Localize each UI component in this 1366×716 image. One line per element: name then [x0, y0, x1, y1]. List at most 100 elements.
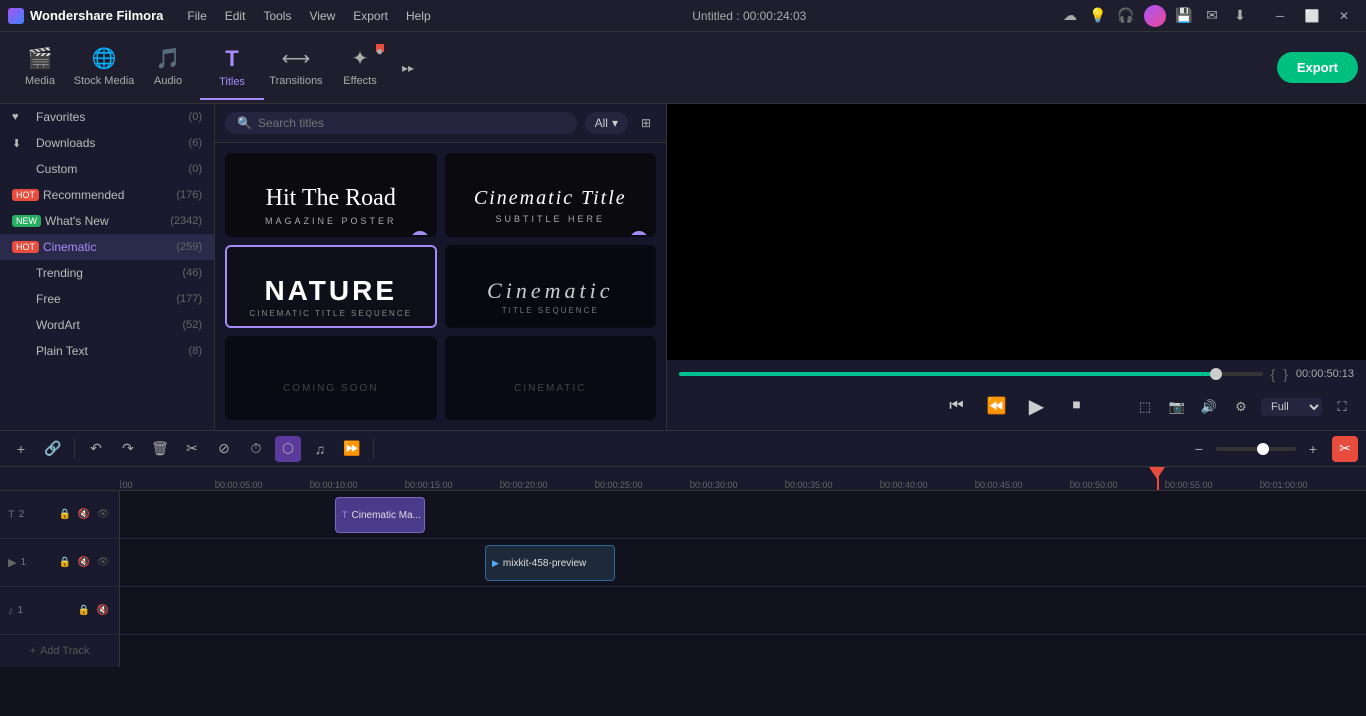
fullscreen-button[interactable]: ⛶: [1330, 395, 1354, 419]
track-content-a1: [120, 587, 1366, 634]
title-clip-1[interactable]: T Cinematic Ma...: [335, 497, 425, 533]
title-card-img-5: COMING SOON: [227, 338, 435, 420]
title-card-img-4: Cinematic TITLE SEQUENCE: [447, 247, 655, 329]
add-media-button[interactable]: +: [8, 436, 34, 462]
sidebar-item-free[interactable]: Free (177): [0, 286, 214, 312]
sidebar-recommended-label: Recommended: [43, 188, 172, 202]
user-avatar[interactable]: [1144, 5, 1166, 27]
playhead[interactable]: ✂: [1157, 467, 1159, 491]
toolbar-effects[interactable]: ✦ Effects ●: [328, 36, 392, 100]
title-card-3[interactable]: NATURE CINEMATIC TITLE SEQUENCE Cinemati…: [225, 245, 437, 329]
title-card-1[interactable]: Hit The Road MAGAZINE POSTER ⬇ Cinematic…: [225, 153, 437, 237]
step-backward-button[interactable]: ⏮: [943, 392, 971, 420]
title-card-5[interactable]: COMING SOON Cinematic Magazine Post...: [225, 336, 437, 420]
mail-icon[interactable]: ✉: [1202, 6, 1222, 26]
track-mute-v2[interactable]: 🔇: [76, 507, 92, 523]
settings-button[interactable]: ⚙: [1229, 395, 1253, 419]
menu-edit[interactable]: Edit: [217, 5, 254, 27]
toolbar-separator-1: [74, 439, 75, 459]
speed-button[interactable]: ⏩: [339, 436, 365, 462]
zoom-slider[interactable]: [1216, 447, 1296, 451]
maximize-button[interactable]: ⬜: [1298, 6, 1326, 26]
playback-controls: ⏮ ⏪ ▶ ⏹ ⬚ 📷 🔊 ⚙ Full 50% 75% 100% ⛶: [679, 388, 1354, 424]
split-button[interactable]: ⬡: [275, 436, 301, 462]
link-button[interactable]: 🔗: [40, 436, 66, 462]
stop-button[interactable]: ⏹: [1063, 392, 1091, 420]
search-icon: 🔍: [237, 116, 252, 130]
menu-view[interactable]: View: [301, 5, 343, 27]
undo-button[interactable]: ↶: [83, 436, 109, 462]
sidebar-item-cinematic[interactable]: HOT Cinematic (259): [0, 234, 214, 260]
progress-track[interactable]: [679, 372, 1263, 376]
sidebar-item-wordart[interactable]: WordArt (52): [0, 312, 214, 338]
sidebar-item-whats-new[interactable]: NEW What's New (2342): [0, 208, 214, 234]
toolbar-media[interactable]: 🎬 Media: [8, 36, 72, 100]
grid-view-button[interactable]: ⊞: [636, 113, 656, 133]
track-type-icon-v2: T: [8, 509, 15, 521]
duration-button[interactable]: ⏱: [243, 436, 269, 462]
play-button[interactable]: ▶: [1023, 392, 1051, 420]
sidebar-item-trending[interactable]: Trending (46): [0, 260, 214, 286]
search-input-wrap: 🔍: [225, 112, 577, 134]
search-input[interactable]: [258, 116, 565, 130]
audio-detach-button[interactable]: ♫: [307, 436, 333, 462]
redo-button[interactable]: ↷: [115, 436, 141, 462]
volume-button[interactable]: 🔊: [1197, 395, 1221, 419]
sidebar-item-recommended[interactable]: HOT Recommended (176): [0, 182, 214, 208]
track-lock-v2[interactable]: 🔒: [57, 507, 73, 523]
track-hide-v2[interactable]: 👁: [95, 507, 111, 523]
disable-button[interactable]: ⊘: [211, 436, 237, 462]
time-ruler: :00 00:00:05:00 00:00:10:00 00:00:15:00 …: [0, 467, 1366, 491]
title-card-2[interactable]: Cinematic Title SUBTITLE HERE ⬇ Cinemati…: [445, 153, 657, 237]
track-mute-v1[interactable]: 🔇: [76, 555, 92, 571]
delete-button[interactable]: 🗑: [147, 436, 173, 462]
sidebar-collapse-button[interactable]: ‹: [214, 247, 215, 287]
fit-to-screen-button[interactable]: ⬚: [1133, 395, 1157, 419]
sidebar-plaintext-label: Plain Text: [36, 344, 185, 358]
export-button[interactable]: Export: [1277, 52, 1358, 83]
preview-panel: { } 00:00:50:13 ⏮ ⏪ ▶ ⏹ ⬚ 📷 🔊 ⚙ Full 50%: [666, 104, 1366, 430]
track-video-v1: ▶ 1 🔒 🔇 👁 ▶ mixkit-458-preview: [0, 539, 1366, 587]
download-icon[interactable]: ⬇: [1230, 6, 1250, 26]
frame-back-button[interactable]: ⏪: [983, 392, 1011, 420]
minimize-button[interactable]: ─: [1266, 6, 1294, 26]
sidebar-downloads-label: Downloads: [36, 136, 185, 150]
sidebar-item-downloads[interactable]: ⬇ Downloads (6): [0, 130, 214, 156]
save-icon[interactable]: 💾: [1174, 6, 1194, 26]
zoom-out-button[interactable]: −: [1186, 436, 1212, 462]
brightness-icon[interactable]: 💡: [1088, 6, 1108, 26]
sidebar-recommended-count: (176): [176, 189, 202, 201]
zoom-in-button[interactable]: +: [1300, 436, 1326, 462]
cloud-icon[interactable]: ☁: [1060, 6, 1080, 26]
menu-tools[interactable]: Tools: [255, 5, 299, 27]
cut-button[interactable]: ✂: [179, 436, 205, 462]
close-button[interactable]: ✕: [1330, 6, 1358, 26]
toolbar-titles[interactable]: T Titles: [200, 36, 264, 100]
toolbar-more-button[interactable]: ▸▸: [396, 56, 420, 80]
title-card-4[interactable]: Cinematic TITLE SEQUENCE Cinematic Magaz…: [445, 245, 657, 329]
headset-icon[interactable]: 🎧: [1116, 6, 1136, 26]
menu-export[interactable]: Export: [345, 5, 396, 27]
menu-help[interactable]: Help: [398, 5, 439, 27]
track-lock-v1[interactable]: 🔒: [57, 555, 73, 571]
sidebar-item-plain-text[interactable]: Plain Text (8): [0, 338, 214, 364]
toolbar-transitions-label: Transitions: [269, 75, 322, 87]
title-card-6[interactable]: CINEMATIC Cinematic Magazine Post...: [445, 336, 657, 420]
filter-dropdown[interactable]: All ▾: [585, 112, 628, 134]
video-clip-1[interactable]: ▶ mixkit-458-preview: [485, 545, 615, 581]
toolbar-transitions[interactable]: ⟷ Transitions: [264, 36, 328, 100]
track-controls-a1: 🔒 🔇: [76, 603, 111, 619]
add-track-button[interactable]: + Add Track: [0, 635, 120, 667]
sidebar-free-count: (177): [176, 293, 202, 305]
menu-file[interactable]: File: [179, 5, 214, 27]
sidebar-item-custom[interactable]: Custom (0): [0, 156, 214, 182]
track-mute-a1[interactable]: 🔇: [95, 603, 111, 619]
sidebar-item-favorites[interactable]: ♥ Favorites (0): [0, 104, 214, 130]
track-lock-a1[interactable]: 🔒: [76, 603, 92, 619]
toolbar-audio[interactable]: 🎵 Audio: [136, 36, 200, 100]
track-hide-v1[interactable]: 👁: [95, 555, 111, 571]
toolbar-stock-media[interactable]: 🌐 Stock Media: [72, 36, 136, 100]
snapshot-button[interactable]: 📷: [1165, 395, 1189, 419]
tick-5: 00:00:05:00: [215, 480, 263, 490]
zoom-select[interactable]: Full 50% 75% 100%: [1261, 398, 1322, 416]
